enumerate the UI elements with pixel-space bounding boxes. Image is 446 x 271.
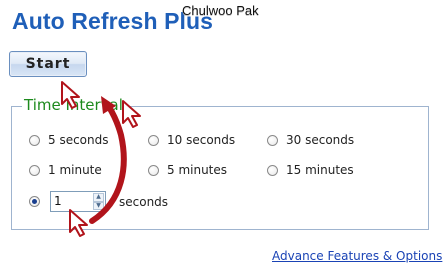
stepper-down-icon[interactable]: ▼: [93, 201, 104, 210]
stepper: ▲ ▼: [93, 193, 104, 210]
radio-icon[interactable]: [148, 164, 159, 176]
option-30-seconds[interactable]: 30 seconds: [267, 133, 354, 147]
option-label: 5 seconds: [48, 133, 109, 147]
option-label: 5 minutes: [167, 163, 228, 177]
custom-interval-value: 1: [54, 194, 62, 208]
author-label: Chulwoo Pak: [182, 3, 259, 18]
custom-interval-radio[interactable]: [29, 196, 40, 207]
time-interval-legend: Time Interval: [22, 96, 125, 114]
radio-icon[interactable]: [267, 164, 278, 176]
stepper-up-icon[interactable]: ▲: [93, 193, 104, 202]
radio-icon[interactable]: [267, 134, 278, 146]
option-label: 10 seconds: [167, 133, 236, 147]
option-10-seconds[interactable]: 10 seconds: [148, 133, 235, 147]
option-5-minutes[interactable]: 5 minutes: [148, 163, 227, 177]
option-label: 1 minute: [48, 163, 102, 177]
custom-interval-input[interactable]: 1 ▲ ▼: [50, 191, 106, 212]
seconds-label: seconds: [119, 195, 169, 209]
option-label: 30 seconds: [286, 133, 355, 147]
start-button[interactable]: Start: [9, 51, 87, 77]
option-1-minute[interactable]: 1 minute: [29, 163, 102, 177]
advanced-features-link[interactable]: Advance Features & Options: [272, 249, 442, 263]
radio-icon[interactable]: [148, 134, 159, 146]
option-label: 15 minutes: [286, 163, 354, 177]
radio-icon[interactable]: [29, 164, 40, 176]
option-15-minutes[interactable]: 15 minutes: [267, 163, 354, 177]
option-5-seconds[interactable]: 5 seconds: [29, 133, 109, 147]
radio-icon[interactable]: [29, 134, 40, 146]
